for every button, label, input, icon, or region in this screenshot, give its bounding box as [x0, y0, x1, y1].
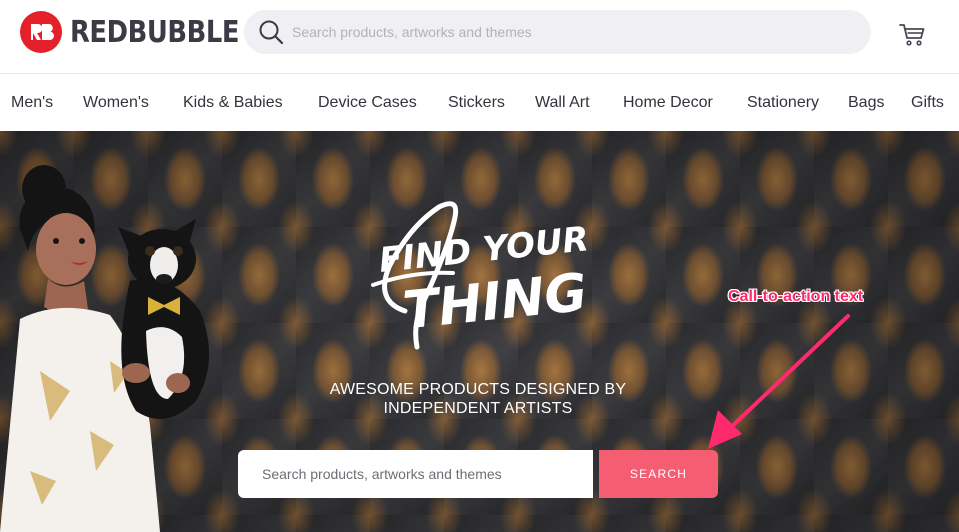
hero-subheading-line1: AWESOME PRODUCTS DESIGNED BY	[329, 381, 627, 398]
header-search-bar	[244, 10, 871, 54]
category-nav: Men's Women's Kids & Babies Device Cases…	[0, 75, 959, 131]
cart-icon[interactable]	[898, 20, 926, 48]
nav-item-device-cases[interactable]: Device Cases	[318, 75, 417, 131]
nav-item-womens[interactable]: Women's	[83, 75, 149, 131]
hero-search-input[interactable]	[238, 450, 593, 498]
hero-photo-woman-with-dog	[0, 165, 210, 532]
hero-search-button[interactable]: SEARCH	[599, 450, 718, 498]
annotation-label: Call-to-action text	[728, 288, 864, 305]
brand-wordmark: REDBUBBLE	[70, 14, 240, 50]
header-search-input[interactable]	[292, 10, 852, 54]
hero-headline: FIND YOUR THING	[371, 201, 591, 350]
redbubble-logo-icon	[20, 11, 62, 53]
annotation-arrow-icon	[708, 314, 850, 449]
nav-item-bags[interactable]: Bags	[848, 75, 884, 131]
nav-item-kids-babies[interactable]: Kids & Babies	[183, 75, 283, 131]
redbubble-logo[interactable]: REDBUBBLE	[20, 11, 267, 53]
nav-item-stationery[interactable]: Stationery	[747, 75, 819, 131]
hero-subheading-line2: INDEPENDENT ARTISTS	[383, 400, 573, 417]
site-header: REDBUBBLE	[0, 0, 959, 74]
nav-item-gifts[interactable]: Gifts	[911, 75, 944, 131]
nav-item-stickers[interactable]: Stickers	[448, 75, 505, 131]
nav-item-home-decor[interactable]: Home Decor	[623, 75, 713, 131]
search-icon[interactable]	[258, 19, 284, 45]
hero-banner: FIND YOUR THING AWESOME PRODUCTS DESIGNE…	[0, 131, 959, 532]
hero-subheading: AWESOME PRODUCTS DESIGNED BY INDEPENDENT…	[300, 380, 656, 418]
nav-item-mens[interactable]: Men's	[11, 75, 53, 131]
nav-item-wall-art[interactable]: Wall Art	[535, 75, 590, 131]
